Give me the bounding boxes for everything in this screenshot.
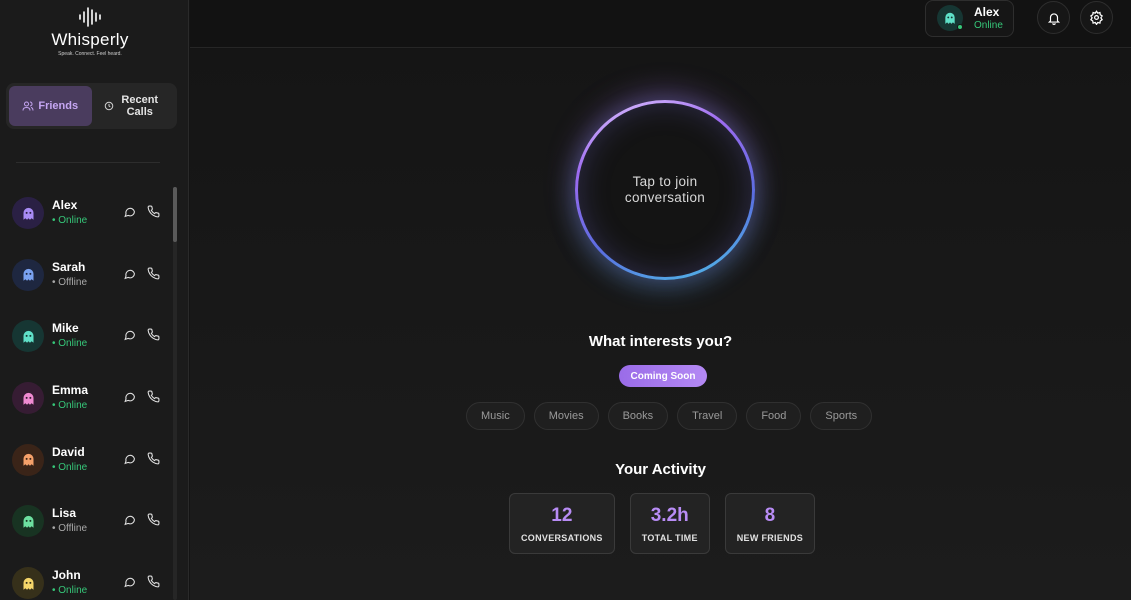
activity-stats: 12 CONVERSATIONS 3.2h TOTAL TIME 8 NEW FRI…	[509, 493, 816, 554]
stat-card-total-time: 3.2h TOTAL TIME	[629, 493, 710, 554]
chat-icon[interactable]	[123, 390, 136, 403]
stat-card-new-friends: 8 NEW FRIENDS	[724, 493, 816, 554]
sidebar-tabs: Friends Recent Calls	[6, 83, 177, 129]
notifications-button[interactable]	[1037, 1, 1070, 34]
ghost-icon	[23, 330, 33, 343]
stat-label: CONVERSATIONS	[521, 532, 603, 543]
scrollbar-thumb[interactable]	[173, 187, 177, 242]
ghost-icon	[23, 454, 33, 466]
phone-icon[interactable]	[147, 452, 160, 465]
interest-chip-travel[interactable]: Travel	[677, 402, 738, 430]
ghost-icon	[23, 392, 33, 405]
tab-recent-calls-label: Recent Calls	[121, 94, 159, 118]
friend-item-david[interactable]: David • Online	[0, 430, 172, 492]
online-status-dot	[957, 24, 963, 30]
user-profile-chip[interactable]: Alex Online	[925, 0, 1014, 37]
chat-icon[interactable]	[123, 205, 136, 218]
friend-status: • Offline	[52, 276, 88, 288]
friend-name: Emma	[52, 383, 89, 398]
join-conversation-orb[interactable]: Tap to join conversation	[575, 100, 755, 280]
avatar	[12, 505, 44, 538]
avatar	[12, 258, 44, 291]
interest-chip-music[interactable]: Music	[466, 402, 525, 430]
phone-icon[interactable]	[147, 205, 160, 218]
avatar	[12, 443, 44, 476]
avatar	[12, 197, 44, 229]
phone-icon[interactable]	[147, 328, 160, 341]
tab-recent-calls[interactable]: Recent Calls	[92, 86, 175, 126]
avatar	[12, 567, 44, 600]
clock-icon	[104, 101, 113, 111]
interest-chip-books[interactable]: Books	[607, 402, 669, 430]
sidebar: Whisperly Speak. Connect. Feel heard. Fr…	[0, 0, 189, 600]
friend-item-mike[interactable]: Mike • Online	[0, 306, 172, 368]
friend-name: Mike	[52, 321, 79, 336]
friend-name: John	[52, 568, 81, 583]
stat-label: NEW FRIENDS	[736, 532, 804, 543]
phone-icon[interactable]	[147, 575, 160, 588]
chat-icon[interactable]	[123, 575, 136, 588]
soundwave-icon	[79, 7, 101, 27]
settings-button[interactable]	[1080, 1, 1113, 34]
tab-friends[interactable]: Friends	[9, 86, 92, 126]
app-tagline: Speak. Connect. Feel heard.	[58, 51, 122, 57]
interest-chip-movies[interactable]: Movies	[533, 402, 599, 430]
ghost-icon	[23, 269, 33, 281]
interest-chips: Music Movies Books Travel Food Sports	[466, 402, 873, 430]
avatar	[12, 382, 44, 415]
stat-value: 8	[764, 504, 776, 526]
friend-name: Alex	[52, 198, 78, 212]
sidebar-divider	[16, 162, 160, 163]
gear-icon	[1090, 10, 1103, 25]
phone-icon[interactable]	[147, 267, 160, 280]
chat-icon[interactable]	[123, 452, 136, 465]
interest-chip-sports[interactable]: Sports	[810, 402, 873, 430]
stat-value: 3.2h	[650, 504, 689, 526]
phone-icon[interactable]	[147, 390, 160, 403]
chat-icon[interactable]	[123, 267, 136, 280]
friend-list: Alex • Online Sarah • Offline Mike • Onl…	[0, 183, 172, 600]
friend-status: • Online	[52, 400, 88, 412]
friend-name: Lisa	[52, 506, 77, 521]
phone-icon[interactable]	[147, 513, 160, 526]
users-icon	[22, 101, 34, 111]
app-name: Whisperly	[51, 30, 129, 49]
user-status: Online	[974, 20, 1003, 31]
friend-item-john[interactable]: John • Online	[0, 553, 172, 600]
friend-item-lisa[interactable]: Lisa • Offline	[0, 491, 172, 553]
friend-status: • Online	[52, 461, 88, 473]
chat-icon[interactable]	[123, 513, 136, 526]
friend-status: • Offline	[52, 523, 88, 535]
friend-list-scrollbar[interactable]	[173, 187, 177, 600]
bell-icon	[1047, 12, 1060, 25]
stat-label: TOTAL TIME	[641, 532, 698, 543]
user-name: Alex	[974, 5, 1000, 19]
activity-title: Your Activity	[615, 461, 706, 478]
interests-title: What interests you?	[588, 333, 733, 350]
ghost-icon	[23, 207, 33, 220]
ghost-icon	[23, 577, 33, 590]
friend-name: David	[52, 444, 85, 459]
stat-value: 12	[551, 504, 573, 526]
tab-friends-label: Friends	[38, 100, 79, 112]
coming-soon-badge: Coming Soon	[619, 365, 707, 387]
friend-status: • Online	[52, 215, 88, 226]
ghost-icon	[23, 515, 33, 528]
friend-status: • Online	[52, 338, 88, 350]
app-logo[interactable]: Whisperly Speak. Connect. Feel heard.	[0, 6, 180, 57]
friend-name: Sarah	[52, 259, 86, 274]
friend-item-alex[interactable]: Alex • Online	[0, 183, 172, 245]
avatar	[12, 320, 44, 353]
friend-status: • Online	[52, 585, 88, 597]
friend-item-sarah[interactable]: Sarah • Offline	[0, 245, 172, 307]
chat-icon[interactable]	[123, 328, 136, 341]
orb-label: Tap to join conversation	[624, 174, 706, 205]
stat-card-conversations: 12 CONVERSATIONS	[509, 493, 615, 554]
ghost-icon	[945, 12, 955, 24]
friend-item-emma[interactable]: Emma • Online	[0, 368, 172, 430]
interest-chip-food[interactable]: Food	[746, 402, 802, 430]
